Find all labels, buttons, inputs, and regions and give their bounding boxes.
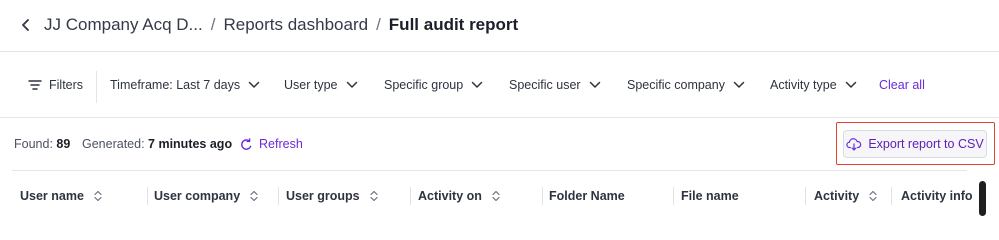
user-type-label: User type (284, 78, 338, 92)
column-header-folder-name: Folder Name (549, 189, 625, 203)
chevron-down-icon (733, 81, 745, 88)
activity-type-label: Activity type (770, 78, 837, 92)
export-csv-button[interactable]: Export report to CSV (843, 130, 987, 158)
column-divider (673, 187, 674, 205)
column-header-user-groups[interactable]: User groups (286, 189, 378, 203)
column-header-user-name[interactable]: User name (20, 189, 102, 203)
generated-label: Generated: (82, 137, 145, 151)
column-header-label: File name (681, 189, 739, 203)
refresh-icon (241, 137, 252, 150)
column-header-label: User company (154, 189, 241, 203)
found-value: 89 (56, 137, 71, 151)
sort-icon[interactable] (492, 190, 500, 202)
column-header-label: Activity (814, 189, 860, 203)
column-header-user-company[interactable]: User company (154, 189, 258, 203)
clear-all-link[interactable]: Clear all (879, 78, 925, 92)
generated-info: Generated: 7 minutes ago (82, 137, 232, 151)
found-label: Found: (14, 137, 53, 151)
vertical-scrollbar[interactable] (979, 181, 986, 216)
specific-company-dropdown[interactable]: Specific company (627, 78, 745, 92)
column-divider (278, 187, 279, 205)
column-divider (147, 187, 148, 205)
column-divider (805, 187, 806, 205)
user-type-dropdown[interactable]: User type (284, 78, 358, 92)
found-count: Found: 89 (14, 137, 70, 151)
column-header-label: Folder Name (549, 189, 625, 203)
column-divider (891, 187, 892, 205)
generated-value: 7 minutes ago (148, 137, 233, 151)
specific-group-dropdown[interactable]: Specific group (384, 78, 483, 92)
page-header: JJ Company Acq D... / Reports dashboard … (0, 0, 999, 52)
breadcrumb: JJ Company Acq D... / Reports dashboard … (44, 13, 518, 37)
column-header-activity-on[interactable]: Activity on (418, 189, 500, 203)
page-title: Full audit report (388, 15, 519, 34)
filter-bar: Filters Timeframe: Last 7 days User type… (0, 53, 999, 118)
cloud-download-icon (846, 137, 862, 151)
column-header-activity-info: Activity info (901, 189, 973, 203)
sort-icon[interactable] (869, 190, 877, 202)
column-header-activity[interactable]: Activity (814, 189, 877, 203)
timeframe-label: Timeframe: Last 7 days (110, 78, 241, 92)
chevron-down-icon (845, 81, 856, 88)
filter-lines-icon (28, 80, 42, 90)
chevron-down-icon (471, 81, 483, 88)
chevron-down-icon (589, 81, 600, 88)
column-header-label: Activity info (901, 189, 973, 203)
column-header-label: User name (20, 189, 84, 203)
column-header-file-name: File name (681, 189, 739, 203)
activity-type-dropdown[interactable]: Activity type (770, 78, 857, 92)
filters-button[interactable]: Filters (28, 78, 83, 92)
refresh-label: Refresh (259, 137, 303, 151)
sort-icon[interactable] (250, 190, 258, 202)
specific-company-label: Specific company (627, 78, 725, 92)
breadcrumb-item-reports-dashboard[interactable]: Reports dashboard (223, 15, 368, 35)
breadcrumb-item-company[interactable]: JJ Company Acq D... (44, 15, 203, 35)
export-csv-label: Export report to CSV (868, 137, 984, 151)
breadcrumb-separator: / (210, 15, 216, 34)
breadcrumb-separator: / (376, 15, 381, 34)
specific-user-label: Specific user (509, 78, 581, 92)
refresh-button[interactable]: Refresh (240, 137, 303, 151)
specific-group-label: Specific group (384, 78, 464, 92)
divider (96, 71, 97, 103)
filters-label: Filters (49, 78, 84, 92)
column-header-label: Activity on (418, 189, 482, 203)
chevron-down-icon (248, 81, 260, 88)
timeframe-dropdown[interactable]: Timeframe: Last 7 days (110, 78, 260, 92)
column-header-label: User groups (286, 189, 360, 203)
chevron-down-icon (346, 81, 357, 88)
sort-icon[interactable] (370, 190, 378, 202)
column-divider (542, 187, 543, 205)
back-chevron-left-icon[interactable] (16, 13, 36, 37)
sort-icon[interactable] (94, 190, 102, 202)
table-header: User name User company User groups Activ… (12, 170, 973, 216)
specific-user-dropdown[interactable]: Specific user (509, 78, 601, 92)
column-divider (410, 187, 411, 205)
